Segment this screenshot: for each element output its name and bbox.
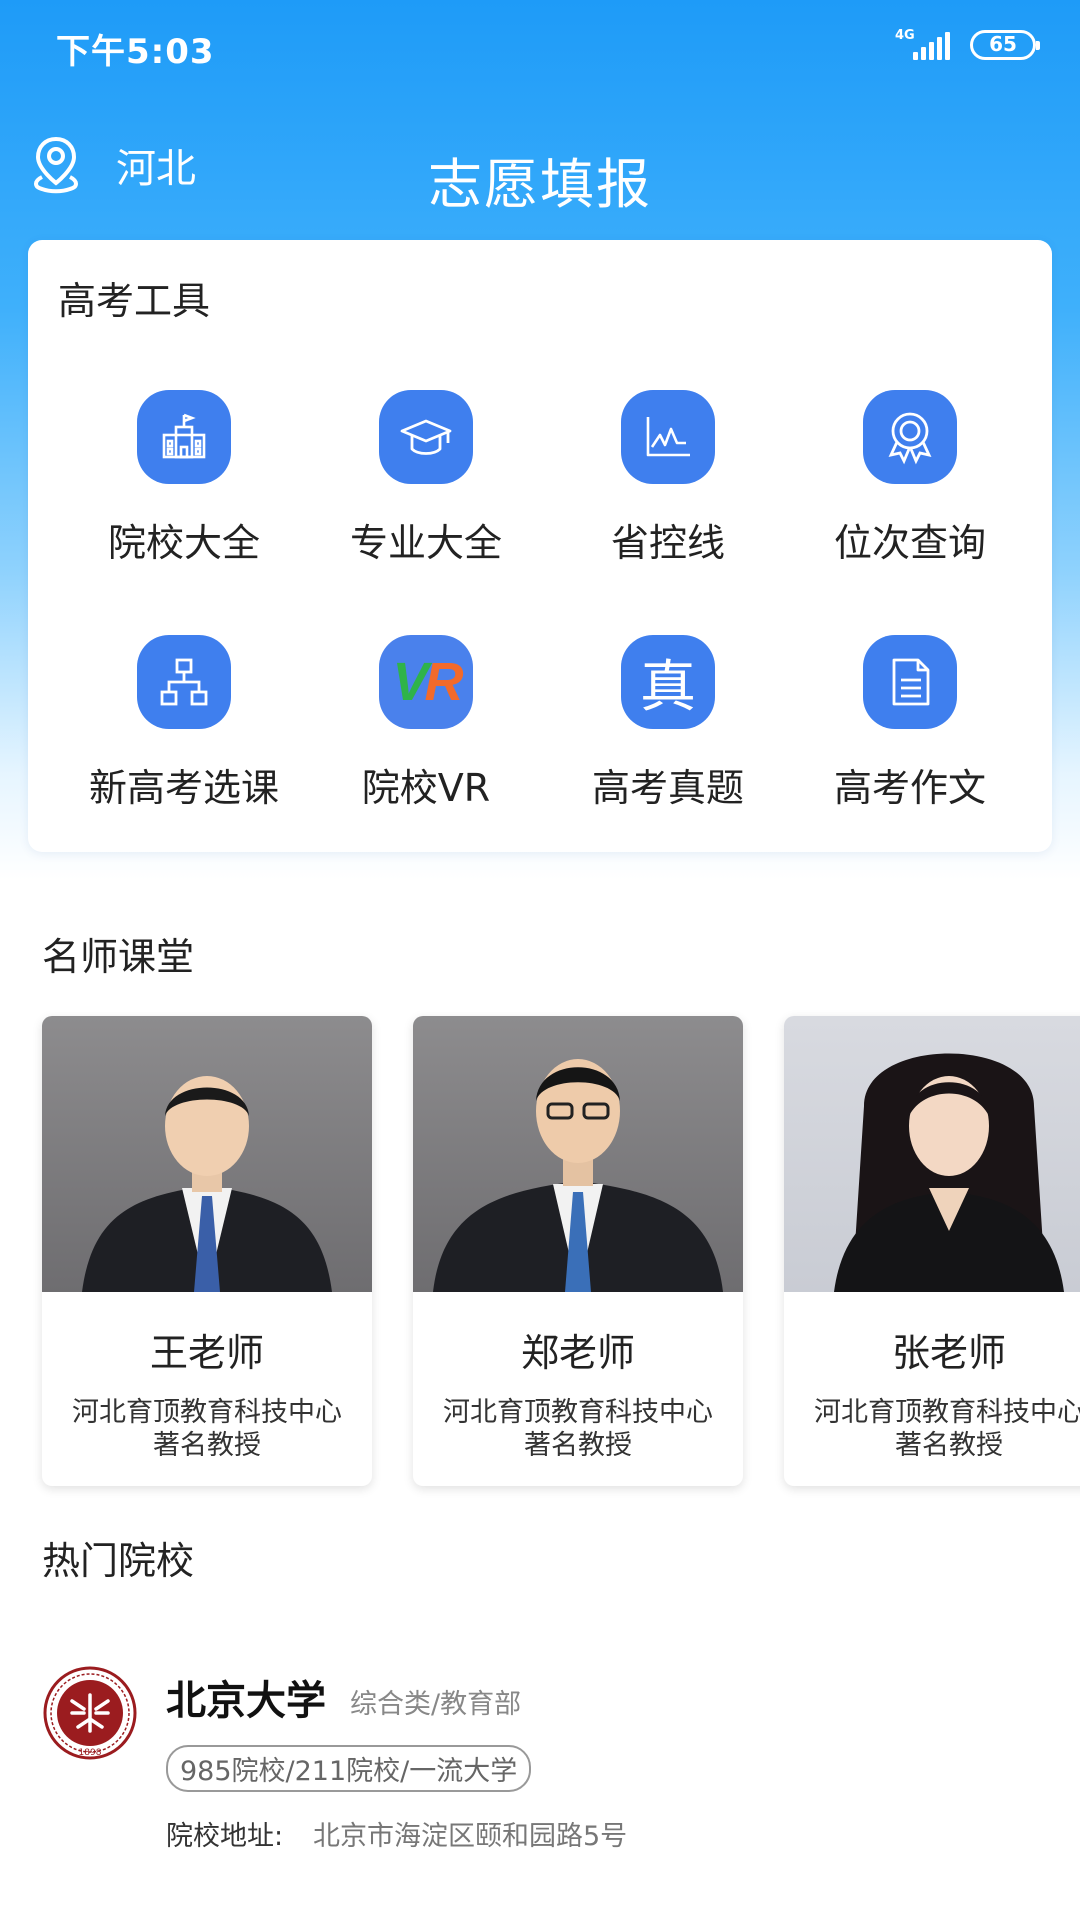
teacher-org: 河北育顶教育科技中心 [72, 1397, 342, 1428]
teacher-title: 著名教授 [895, 1430, 1003, 1461]
teacher-name: 张老师 [891, 1331, 1006, 1375]
teacher-photo [784, 1016, 1080, 1292]
school-type: 综合类/教育部 [350, 1689, 522, 1720]
tool-label: 高考作文 [833, 766, 986, 810]
tool-major-directory[interactable]: 专业大全 [306, 390, 546, 567]
tool-essays[interactable]: 高考作文 [790, 635, 1030, 812]
vr-logo-v: V [392, 652, 428, 712]
signal-bars-icon [913, 32, 950, 60]
teacher-org: 河北育顶教育科技中心 [814, 1397, 1080, 1428]
hot-schools-title: 热门院校 [42, 1539, 195, 1583]
seal-year: 1898 [79, 1748, 102, 1758]
school-building-icon [137, 390, 231, 484]
vr-logo-r: R [424, 652, 464, 712]
teacher-card[interactable]: 郑老师 河北育顶教育科技中心 著名教授 [413, 1016, 743, 1486]
award-medal-icon [863, 390, 957, 484]
hierarchy-icon [137, 635, 231, 729]
network-type: 4G [895, 28, 915, 43]
tool-campus-vr[interactable]: VR 院校VR [306, 635, 546, 812]
school-name: 北京大学 [166, 1678, 326, 1724]
teacher-photo [413, 1016, 743, 1292]
tools-title: 高考工具 [58, 279, 211, 323]
vr-logo-icon: VR [379, 635, 473, 729]
tool-rank-query[interactable]: 位次查询 [790, 390, 1030, 567]
tool-label: 院校VR [361, 766, 491, 810]
teacher-name: 郑老师 [520, 1331, 635, 1375]
tool-label: 新高考选课 [88, 766, 279, 810]
gaokao-tools-card: 高考工具 院校大全 专业大全 省控线 位次查询 新高考选课 V R 院校VR 真… [28, 240, 1052, 852]
tool-label: 高考真题 [591, 766, 744, 810]
status-time: 下午5:03 [56, 32, 215, 72]
tool-provincial-line[interactable]: 省控线 [548, 390, 788, 567]
document-icon [863, 635, 957, 729]
famous-teachers-title: 名师课堂 [42, 935, 195, 979]
tool-label: 省控线 [610, 521, 725, 565]
page-title: 志愿填报 [428, 153, 652, 216]
school-address-label: 院校地址: [166, 1821, 284, 1852]
status-bar: 下午5:03 4G 65 [0, 0, 1080, 95]
line-chart-icon [621, 390, 715, 484]
teacher-name: 王老师 [149, 1331, 264, 1375]
teacher-photo [42, 1016, 372, 1292]
tool-school-directory[interactable]: 院校大全 [64, 390, 304, 567]
tool-past-exams[interactable]: 真 高考真题 [548, 635, 788, 812]
tool-label: 专业大全 [349, 521, 502, 565]
graduation-cap-icon [379, 390, 473, 484]
battery-level: 65 [989, 32, 1017, 56]
zhen-character: 真 [640, 654, 696, 720]
peking-university-seal-icon: 1898 [43, 1666, 137, 1760]
teacher-title: 著名教授 [524, 1430, 632, 1461]
tool-label: 院校大全 [107, 521, 260, 565]
tool-label: 位次查询 [833, 521, 986, 565]
teacher-title: 著名教授 [153, 1430, 261, 1461]
teacher-card[interactable]: 张老师 河北育顶教育科技中心 著名教授 [784, 1016, 1080, 1486]
school-tags-badge: 985院校/211院校/一流大学 [166, 1745, 532, 1792]
teacher-org: 河北育顶教育科技中心 [443, 1397, 713, 1428]
teacher-card[interactable]: 王老师 河北育顶教育科技中心 著名教授 [42, 1016, 372, 1486]
school-address: 北京市海淀区颐和园路5号 [313, 1821, 628, 1852]
tool-course-selection[interactable]: 新高考选课 [64, 635, 304, 812]
signal-indicator: 4G [895, 28, 957, 62]
zhen-character-icon: 真 [621, 635, 715, 729]
battery-icon: 65 [970, 30, 1040, 60]
